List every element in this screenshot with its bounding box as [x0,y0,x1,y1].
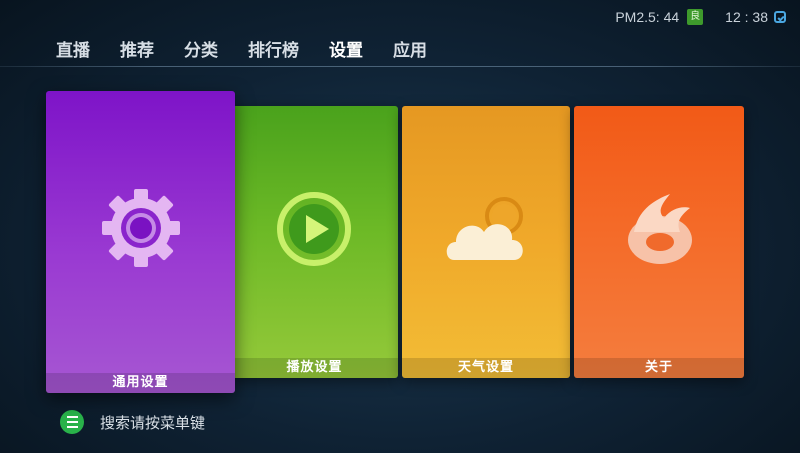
tab-category[interactable]: 分类 [184,36,218,67]
app-logo-icon [628,194,692,264]
tab-recommend[interactable]: 推荐 [120,36,154,67]
tab-divider [0,66,800,67]
tile-label: 天气设置 [402,358,570,378]
pm25-reading: PM2.5: 44 [615,9,680,25]
clock: 12 : 38 [725,9,768,25]
tile-label: 关于 [574,358,744,378]
weather-cloud-icon [446,197,523,260]
tile-label: 通用设置 [46,373,235,393]
search-hint: 搜索请按菜单键 [60,410,205,434]
tile-playback-settings[interactable]: 播放设置 [231,106,398,378]
tile-label: 播放设置 [231,358,398,378]
tile-about[interactable]: 关于 [574,106,744,378]
status-bar: PM2.5: 44 良 12 : 38 [615,6,786,28]
tab-settings[interactable]: 设置 [329,36,363,67]
menu-icon [60,410,84,434]
tab-ranking[interactable]: 排行榜 [248,36,299,67]
hint-text: 搜索请按菜单键 [100,413,206,432]
top-nav-tabs: 直播 推荐 分类 排行榜 设置 应用 [56,36,457,67]
play-icon [277,192,351,266]
tile-general-settings[interactable]: 通用设置 [46,91,235,393]
air-quality-badge: 良 [687,9,704,25]
tab-apps[interactable]: 应用 [393,36,427,67]
gear-icon [102,189,180,267]
notification-icon [774,11,786,23]
tab-live[interactable]: 直播 [56,36,90,67]
tile-weather-settings[interactable]: 天气设置 [402,106,570,378]
